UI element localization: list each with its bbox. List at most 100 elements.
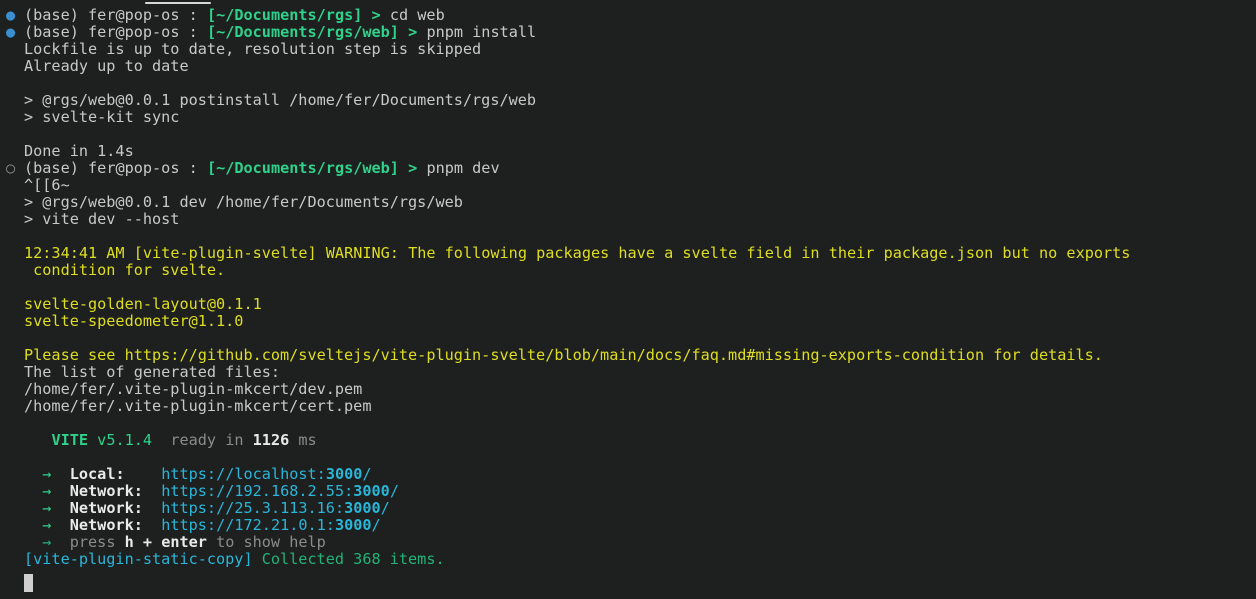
vite-server-line[interactable]: → Local: https://localhost:3000/ [0, 466, 1256, 483]
vite-server-port[interactable]: 3000 [344, 499, 381, 517]
vite-server-url-suffix[interactable]: / [372, 516, 381, 534]
prompt-user-host: fer@pop-os [88, 159, 180, 177]
output-line: Already up to date [0, 58, 1256, 75]
vite-server-url-suffix[interactable]: / [381, 499, 390, 517]
vite-ready-label: ready in [170, 431, 244, 449]
postinstall-script-line: > @rgs/web@0.0.1 postinstall /home/fer/D… [24, 91, 537, 109]
prompt-user-host: fer@pop-os [88, 6, 180, 24]
output-line: ^[[6~ [0, 177, 1256, 194]
prompt-separator: : [188, 23, 198, 41]
terminal-cursor [24, 574, 33, 592]
warning-message-part1: The following packages have a svelte fie… [408, 244, 1131, 262]
vite-server-port[interactable]: 3000 [335, 516, 372, 534]
already-up-to-date-message: Already up to date [24, 57, 189, 75]
prompt-line: ● (base) fer@pop-os : [~/Documents/rgs/we… [0, 24, 1256, 41]
prompt-env: (base) [24, 6, 79, 24]
prompt-arrow: > [408, 159, 418, 177]
warning-timestamp: 12:34:41 AM [24, 244, 125, 262]
help-hint-prefix: press [69, 533, 125, 551]
output-line: Lockfile is up to date, resolution step … [0, 41, 1256, 58]
prompt-user-host: fer@pop-os [88, 23, 180, 41]
warning-line: 12:34:41 AM [vite-plugin-svelte] WARNING… [0, 245, 1256, 262]
prompt-command: pnpm dev [426, 159, 500, 177]
vite-server-url-prefix[interactable]: https://192.168.2.55: [161, 482, 353, 500]
vite-version: v5.1.4 [97, 431, 153, 449]
mkcert-file-path: /home/fer/.vite-plugin-mkcert/cert.pem [24, 397, 372, 415]
vite-server-label-pad [143, 482, 152, 500]
vite-server-url-prefix[interactable]: https://172.21.0.1: [161, 516, 335, 534]
lockfile-message: Lockfile is up to date, resolution step … [24, 40, 482, 58]
prompt-path: [~/Documents/rgs/web] [206, 159, 399, 177]
vite-server-label-pad [125, 465, 152, 483]
prompt-env: (base) [24, 23, 79, 41]
warning-package-name: svelte-golden-layout@0.1.1 [24, 295, 262, 313]
prompt-line: ○ (base) fer@pop-os : [~/Documents/rgs/we… [0, 160, 1256, 177]
vite-server-line[interactable]: → Network: https://172.21.0.1:3000/ [0, 517, 1256, 534]
mkcert-header: The list of generated files: [24, 363, 281, 381]
warning-message-part2: condition for svelte. [24, 261, 226, 279]
output-line: /home/fer/.vite-plugin-mkcert/dev.pem [0, 381, 1256, 398]
output-line: Done in 1.4s [0, 143, 1256, 160]
output-line: > svelte-kit sync [0, 109, 1256, 126]
terminal-scroll-region[interactable]: ● (base) fer@pop-os : [~/Documents/rgs] >… [0, 7, 1256, 568]
help-hint-keys: h + enter [124, 533, 207, 551]
vite-dev-host-line: > vite dev --host [24, 210, 180, 228]
vite-server-port[interactable]: 3000 [353, 482, 390, 500]
prompt-command: cd web [389, 6, 445, 24]
output-line: > @rgs/web@0.0.1 dev /home/fer/Documents… [0, 194, 1256, 211]
output-line: > @rgs/web@0.0.1 postinstall /home/fer/D… [0, 92, 1256, 109]
warning-package-name: svelte-speedometer@1.1.0 [24, 312, 244, 330]
vite-server-line[interactable]: → Network: https://192.168.2.55:3000/ [0, 483, 1256, 500]
prompt-command: pnpm install [426, 23, 537, 41]
vite-brand-label: VITE [51, 431, 89, 449]
vite-ready-unit: ms [298, 431, 317, 449]
help-hint-suffix: to show help [206, 533, 326, 551]
vite-server-label-pad [143, 516, 152, 534]
prompt-arrow: > [408, 23, 418, 41]
prompt-separator: : [188, 6, 198, 24]
output-line: The list of generated files: [0, 364, 1256, 381]
warning-doc-link-line[interactable]: Please see https://github.com/sveltejs/v… [0, 347, 1256, 364]
warning-package-line: svelte-speedometer@1.1.0 [0, 313, 1256, 330]
prompt-separator: : [188, 159, 198, 177]
prompt-line: ● (base) fer@pop-os : [~/Documents/rgs] >… [0, 7, 1256, 24]
static-copy-plugin-name: [vite-plugin-static-copy] [24, 550, 253, 568]
vite-server-url-suffix[interactable]: / [390, 482, 399, 500]
vite-help-hint-line[interactable]: → press h + enter to show help [0, 534, 1256, 551]
vite-server-port[interactable]: 3000 [326, 465, 363, 483]
vite-server-url-prefix[interactable]: https://25.3.113.16: [161, 499, 344, 517]
static-copy-message: Collected 368 items. [252, 550, 445, 568]
prompt-env: (base) [24, 159, 79, 177]
vite-server-label: Local: [69, 465, 125, 483]
warning-level: WARNING: [325, 244, 399, 262]
terminal-window[interactable]: ● (base) fer@pop-os : [~/Documents/rgs] >… [0, 0, 1256, 599]
prompt-status-icon: ● [6, 23, 16, 41]
vite-server-line[interactable]: → Network: https://25.3.113.16:3000/ [0, 500, 1256, 517]
output-line: > vite dev --host [0, 211, 1256, 228]
vite-server-url-suffix[interactable]: / [362, 465, 371, 483]
dev-script-line: > @rgs/web@0.0.1 dev /home/fer/Documents… [24, 193, 463, 211]
prompt-status-icon: ● [6, 6, 16, 24]
warning-line: condition for svelte. [0, 262, 1256, 279]
vite-server-label: Network: [69, 516, 143, 534]
scroll-indicator [145, 2, 211, 4]
done-in-message: Done in 1.4s [24, 142, 134, 160]
warning-doc-link[interactable]: Please see https://github.com/sveltejs/v… [24, 346, 1103, 364]
escape-sequence-artifact: ^[[6~ [24, 176, 70, 194]
prompt-path: [~/Documents/rgs/web] [206, 23, 399, 41]
vite-server-label-pad [143, 499, 152, 517]
output-line: /home/fer/.vite-plugin-mkcert/cert.pem [0, 398, 1256, 415]
vite-server-url-prefix[interactable]: https://localhost: [161, 465, 326, 483]
vite-server-label: Network: [69, 482, 143, 500]
svelte-kit-sync-line: > svelte-kit sync [24, 108, 180, 126]
prompt-status-icon: ○ [6, 159, 16, 177]
prompt-arrow: > [371, 6, 381, 24]
vite-server-label: Network: [69, 499, 143, 517]
